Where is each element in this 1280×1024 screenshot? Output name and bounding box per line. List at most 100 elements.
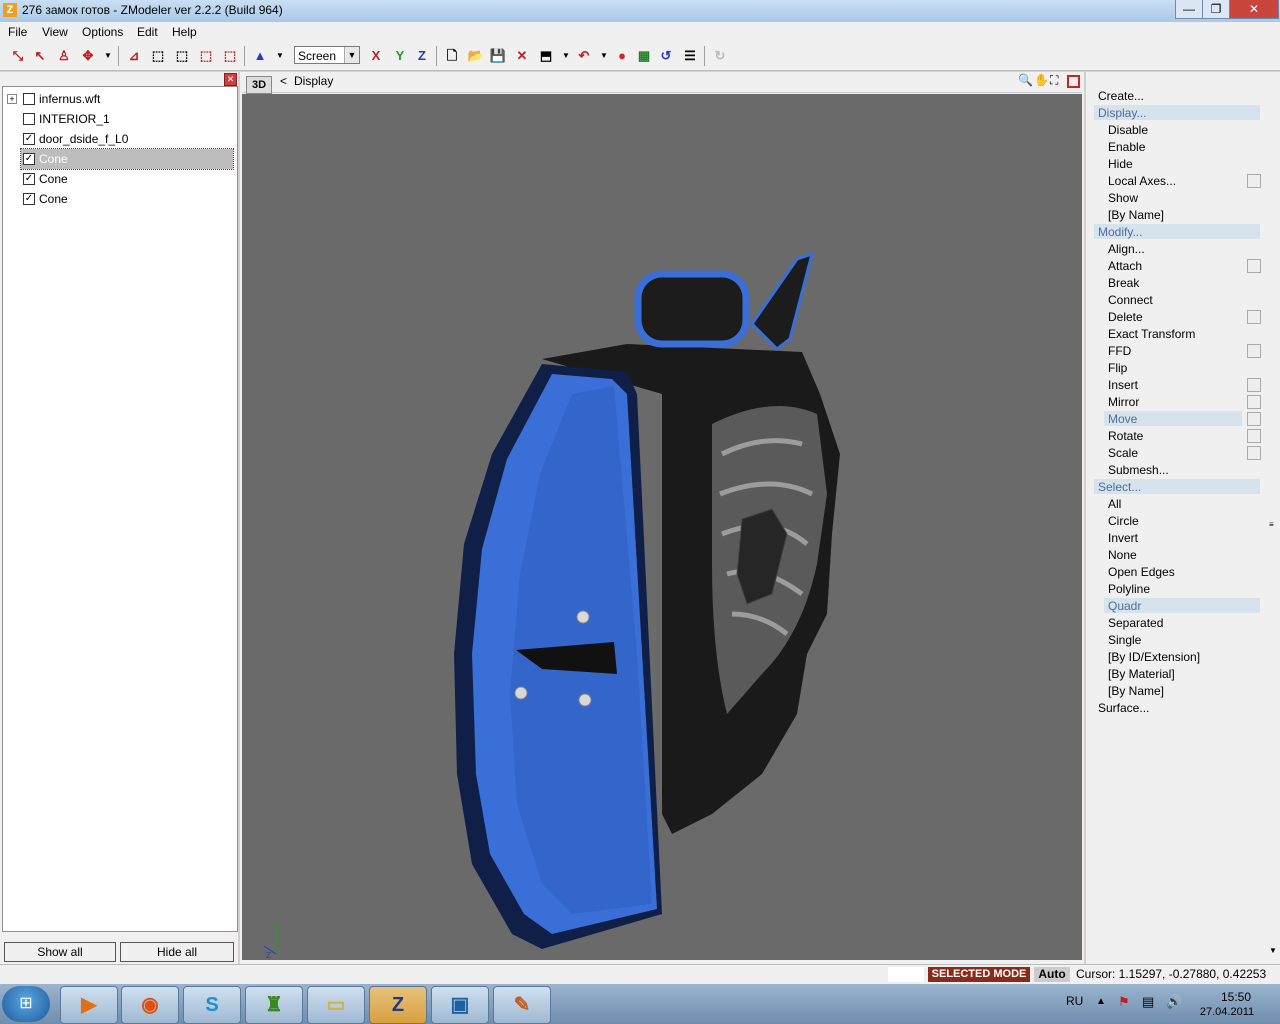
scroll-down-icon[interactable]: ▼ — [1269, 946, 1277, 955]
cmd-show-by-name[interactable]: [By Name] — [1108, 208, 1164, 222]
minimize-button[interactable]: — — [1175, 0, 1203, 19]
cmd-enable[interactable]: Enable — [1108, 140, 1145, 154]
record-icon[interactable]: ● — [612, 46, 632, 66]
options-box-icon[interactable] — [1247, 344, 1261, 358]
taskbar-skype[interactable]: S — [183, 986, 241, 1024]
tree-item[interactable]: ✓ door_dside_f_L0 — [3, 129, 237, 149]
taskbar-firefox[interactable]: ◉ — [121, 986, 179, 1024]
close-icon[interactable]: ✕ — [224, 73, 237, 86]
maximize-viewport-icon[interactable] — [1067, 75, 1080, 88]
taskbar-app[interactable]: ♜ — [245, 986, 303, 1024]
open-file-icon[interactable]: 📂 — [466, 46, 486, 66]
cmd-select-quadr[interactable]: Quadr — [1108, 599, 1141, 613]
axis-z-button[interactable]: Z — [412, 46, 432, 66]
menu-options[interactable]: Options — [82, 25, 123, 39]
cmd-ffd[interactable]: FFD — [1108, 344, 1131, 358]
cmd-select-invert[interactable]: Invert — [1108, 531, 1138, 545]
cmd-attach[interactable]: Attach — [1108, 259, 1142, 273]
visibility-checkbox[interactable] — [23, 93, 35, 105]
scroll-grip-icon[interactable]: ≡ — [1269, 520, 1274, 529]
network-warning-icon[interactable]: ⚑ — [1118, 994, 1130, 1010]
start-button[interactable]: ⊞ — [2, 986, 50, 1022]
cmd-hide[interactable]: Hide — [1108, 157, 1133, 171]
dropdown-arrow-icon[interactable]: ▼ — [270, 46, 290, 66]
cmd-break[interactable]: Break — [1108, 276, 1139, 290]
hide-all-button[interactable]: Hide all — [120, 942, 234, 962]
pan-hand-icon[interactable]: ✋ — [1034, 73, 1049, 87]
cmd-select-separated[interactable]: Separated — [1108, 616, 1163, 630]
taskbar-image-viewer[interactable]: ▣ — [431, 986, 489, 1024]
dropdown-arrow-icon[interactable]: ▼ — [556, 46, 576, 66]
visibility-checkbox[interactable]: ✓ — [23, 173, 35, 185]
volume-icon[interactable]: 🔊 — [1166, 994, 1182, 1010]
options-box-icon[interactable] — [1247, 378, 1261, 392]
tree-item[interactable]: ✓ Cone — [3, 189, 237, 209]
redo-icon[interactable]: ↻ — [710, 46, 730, 66]
visibility-checkbox[interactable] — [23, 113, 35, 125]
cmd-exact-transform[interactable]: Exact Transform — [1108, 327, 1195, 341]
fit-view-icon[interactable]: ⛶ — [1050, 73, 1058, 88]
menu-view[interactable]: View — [42, 25, 68, 39]
cmd-select-circle[interactable]: Circle — [1108, 514, 1139, 528]
tree-item[interactable]: ✓ Cone — [3, 169, 237, 189]
cmd-select-open-edges[interactable]: Open Edges — [1108, 565, 1175, 579]
save-file-icon[interactable]: 💾 — [488, 46, 508, 66]
menu-help[interactable]: Help — [172, 25, 197, 39]
auto-indicator[interactable]: Auto — [1034, 967, 1070, 982]
viewport-nav-arrow[interactable]: < — [280, 74, 287, 88]
pointer-tool-icon[interactable]: ↖ — [30, 46, 50, 66]
undo-history-icon[interactable]: ↶ — [574, 46, 594, 66]
cmd-disable[interactable]: Disable — [1108, 123, 1148, 137]
menu-file[interactable]: File — [8, 25, 27, 39]
cmd-select-by-name[interactable]: [By Name] — [1108, 684, 1164, 698]
cmd-delete[interactable]: Delete — [1108, 310, 1143, 324]
notes-icon[interactable]: ☰ — [680, 46, 700, 66]
vertex-mode-icon[interactable]: ⊿ — [124, 46, 144, 66]
axis-x-button[interactable]: X — [366, 46, 386, 66]
visibility-checkbox[interactable]: ✓ — [23, 153, 35, 165]
view-3d-button[interactable]: 3D — [246, 76, 272, 94]
import-icon[interactable]: ⬒ — [536, 46, 556, 66]
tray-expand-icon[interactable]: ▲ — [1096, 996, 1106, 1007]
dropdown-arrow-icon[interactable]: ▼ — [594, 46, 614, 66]
render-icon[interactable]: ▦ — [634, 46, 654, 66]
3d-viewport[interactable]: Y Z — [242, 94, 1082, 960]
taskbar-media-player[interactable]: ▶ — [60, 986, 118, 1024]
options-box-icon[interactable] — [1247, 395, 1261, 409]
axis-y-button[interactable]: Y — [390, 46, 410, 66]
options-box-icon[interactable] — [1247, 259, 1261, 273]
cmd-move[interactable]: Move — [1108, 412, 1137, 426]
options-box-icon[interactable] — [1247, 174, 1261, 188]
clock-time[interactable]: 15:50 — [1206, 990, 1266, 1004]
options-box-icon[interactable] — [1247, 446, 1261, 460]
dropdown-arrow-icon[interactable]: ▼ — [98, 46, 118, 66]
coord-mode-select[interactable]: Screen ▼ — [294, 46, 360, 64]
cmd-align[interactable]: Align... — [1108, 242, 1145, 256]
taskbar-explorer[interactable]: ▭ — [307, 986, 365, 1024]
cmd-scale[interactable]: Scale — [1108, 446, 1138, 460]
zoom-icon[interactable]: 🔍 — [1018, 73, 1033, 87]
cmd-surface[interactable]: Surface... — [1098, 701, 1149, 715]
cmd-show[interactable]: Show — [1108, 191, 1138, 205]
cmd-select-all[interactable]: All — [1108, 497, 1121, 511]
cmd-connect[interactable]: Connect — [1108, 293, 1153, 307]
tree-item[interactable]: INTERIOR_1 — [3, 109, 237, 129]
cmd-insert[interactable]: Insert — [1108, 378, 1138, 392]
visibility-checkbox[interactable]: ✓ — [23, 193, 35, 205]
cmd-submesh[interactable]: Submesh... — [1108, 463, 1169, 477]
cube-mode-icon[interactable]: ⬚ — [148, 46, 168, 66]
options-box-icon[interactable] — [1247, 412, 1261, 426]
cmd-select-by-material[interactable]: [By Material] — [1108, 667, 1175, 681]
cube-object-icon[interactable]: ⬚ — [220, 46, 240, 66]
cube-poly-icon[interactable]: ⬚ — [196, 46, 216, 66]
expand-icon[interactable]: + — [7, 94, 17, 104]
taskbar-zmodeler[interactable]: Z — [369, 986, 427, 1024]
visibility-checkbox[interactable]: ✓ — [23, 133, 35, 145]
cmd-local-axes[interactable]: Local Axes... — [1108, 174, 1176, 188]
figure-tool-icon[interactable]: ♙ — [54, 46, 74, 66]
cube-edge-icon[interactable]: ⬚ — [172, 46, 192, 66]
language-indicator[interactable]: RU — [1066, 994, 1083, 1008]
select-tool-icon[interactable]: ⤡ — [8, 46, 28, 66]
maximize-button[interactable]: ❐ — [1202, 0, 1230, 19]
options-box-icon[interactable] — [1247, 429, 1261, 443]
